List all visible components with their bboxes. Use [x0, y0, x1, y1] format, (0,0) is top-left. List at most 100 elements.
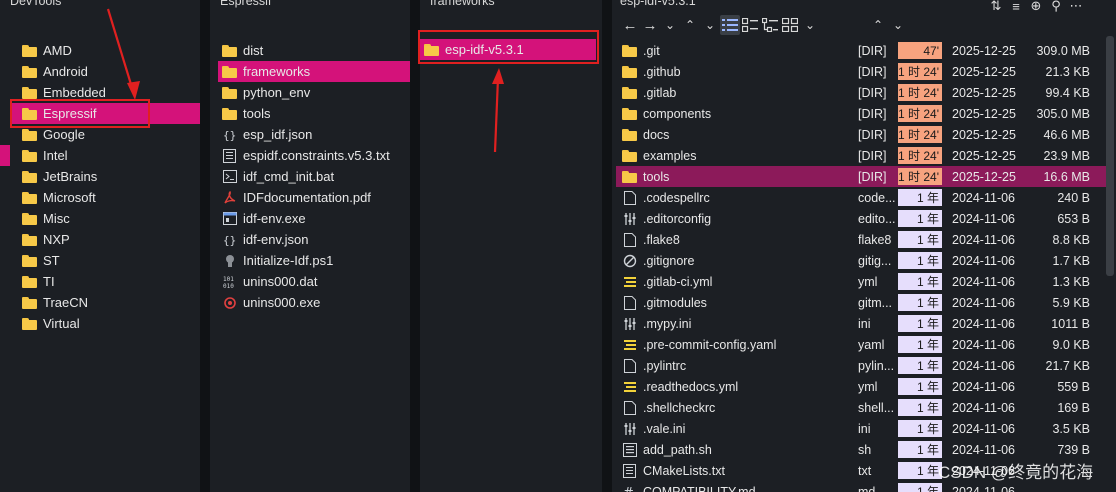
- type-cell: ini: [858, 316, 871, 331]
- scrollbar[interactable]: [1106, 36, 1114, 276]
- exe-icon: [222, 212, 237, 226]
- file-item[interactable]: {} idf-env.json: [218, 229, 410, 250]
- age-badge: 1 年: [898, 294, 942, 311]
- pdf-icon: [222, 190, 237, 205]
- file-row[interactable]: .gitmodules gitm... 1 年 2024-11-06 5.9 KB: [616, 292, 1106, 313]
- folder-icon: [222, 44, 237, 57]
- file-row[interactable]: .mypy.ini ini 1 年 2024-11-06 1011 B: [616, 313, 1106, 334]
- file-item[interactable]: IDFdocumentation.pdf: [218, 187, 410, 208]
- column-separator[interactable]: [410, 0, 420, 492]
- file-row[interactable]: tools [DIR] 1 时 24' 2025-12-25 16.6 MB: [616, 166, 1106, 187]
- file-item[interactable]: idf_cmd_init.bat: [218, 166, 410, 187]
- thumbnail-view-icon[interactable]: [780, 15, 800, 35]
- list-view-icon[interactable]: [740, 15, 760, 35]
- file-row[interactable]: .codespellrc code... 1 年 2024-11-06 240 B: [616, 187, 1106, 208]
- item-label: esp_idf.json: [243, 127, 313, 142]
- file-name: .gitlab: [643, 85, 677, 100]
- folder-item[interactable]: Intel: [12, 145, 202, 166]
- search-icon[interactable]: ⚲: [1046, 0, 1066, 16]
- folder-item[interactable]: python_env: [218, 82, 410, 103]
- file-row[interactable]: .editorconfig edito... 1 年 2024-11-06 653 B: [616, 208, 1106, 229]
- size-cell: 1011 B: [1051, 316, 1090, 331]
- file-row[interactable]: .pre-commit-config.yaml yaml 1 年 2024-11-06…: [616, 334, 1106, 355]
- file-row[interactable]: .shellcheckrc shell... 1 年 2024-11-06 169 B: [616, 397, 1106, 418]
- file-row[interactable]: docs [DIR] 1 时 24' 2025-12-25 46.6 MB: [616, 124, 1106, 145]
- folder-item[interactable]: Espressif: [12, 103, 202, 124]
- details-view-icon[interactable]: [720, 15, 740, 35]
- filter-chevron-icon[interactable]: ⌃: [868, 15, 888, 35]
- file-row[interactable]: .git [DIR] 47' 2025-12-25 309.0 MB: [616, 40, 1106, 61]
- sort-chevron-icon[interactable]: ⌄: [888, 15, 908, 35]
- name-cell: examples: [622, 145, 852, 166]
- folder-item[interactable]: JetBrains: [12, 166, 202, 187]
- folder-item[interactable]: Virtual: [12, 313, 202, 334]
- folder-item[interactable]: TraeCN: [12, 292, 202, 313]
- folder-item[interactable]: frameworks: [218, 61, 410, 82]
- column-separator[interactable]: [200, 0, 210, 492]
- folder-item[interactable]: tools: [218, 103, 410, 124]
- file-row[interactable]: .readthedocs.yml yml 1 年 2024-11-06 559 B: [616, 376, 1106, 397]
- folder-icon: [222, 107, 237, 120]
- file-row[interactable]: .pylintrc pylin... 1 年 2024-11-06 21.7 KB: [616, 355, 1106, 376]
- file-item[interactable]: {} esp_idf.json: [218, 124, 410, 145]
- folder-item[interactable]: Microsoft: [12, 187, 202, 208]
- file-item[interactable]: 101 010 unins000.dat: [218, 271, 410, 292]
- age-badge: 1 时 24': [898, 126, 942, 143]
- forward-arrow-icon[interactable]: →: [640, 15, 660, 35]
- date-cell: 2024-11-06: [952, 316, 1016, 331]
- file-row[interactable]: .gitlab-ci.yml yml 1 年 2024-11-06 1.3 KB: [616, 271, 1106, 292]
- sort-icon[interactable]: ⇅: [986, 0, 1006, 16]
- powershell-icon: [222, 254, 237, 268]
- file-row[interactable]: components [DIR] 1 时 24' 2025-12-25 305.0 MB: [616, 103, 1106, 124]
- folder-item[interactable]: esp-idf-v5.3.1: [420, 39, 596, 60]
- folder-item[interactable]: Android: [12, 61, 202, 82]
- ignore-icon: [622, 254, 637, 268]
- size-cell: 739 B: [1057, 442, 1090, 457]
- tree-view-icon[interactable]: [760, 15, 780, 35]
- filter-icon[interactable]: ≡: [1006, 0, 1026, 16]
- file-row[interactable]: examples [DIR] 1 时 24' 2025-12-25 23.9 MB: [616, 145, 1106, 166]
- folder-item[interactable]: TI: [12, 271, 202, 292]
- size-cell: 23.9 MB: [1043, 148, 1090, 163]
- more-icon[interactable]: ⋯: [1066, 0, 1086, 16]
- folder-item[interactable]: AMD: [12, 40, 202, 61]
- back-arrow-icon[interactable]: ←: [620, 15, 640, 35]
- chevron-down-icon[interactable]: ⌄: [700, 15, 720, 35]
- name-cell: .editorconfig: [622, 208, 852, 229]
- file-item[interactable]: idf-env.exe: [218, 208, 410, 229]
- folder-item[interactable]: NXP: [12, 229, 202, 250]
- item-label: idf-env.json: [243, 232, 309, 247]
- folder-item[interactable]: Google: [12, 124, 202, 145]
- file-item[interactable]: espidf.constraints.v5.3.txt: [218, 145, 410, 166]
- age-badge: 1 年: [898, 189, 942, 206]
- type-cell: gitm...: [858, 295, 893, 310]
- file-row[interactable]: .gitlab [DIR] 1 时 24' 2025-12-25 99.4 KB: [616, 82, 1106, 103]
- file-row[interactable]: .vale.ini ini 1 年 2024-11-06 3.5 KB: [616, 418, 1106, 439]
- column-separator[interactable]: [602, 0, 612, 492]
- folder-item[interactable]: ST: [12, 250, 202, 271]
- file-item[interactable]: Initialize-Idf.ps1: [218, 250, 410, 271]
- size-cell: 240 B: [1057, 190, 1090, 205]
- folder-item[interactable]: Misc: [12, 208, 202, 229]
- file-item[interactable]: unins000.exe: [218, 292, 410, 313]
- file-row[interactable]: .gitignore gitig... 1 年 2024-11-06 1.7 KB: [616, 250, 1106, 271]
- file-row[interactable]: add_path.sh sh 1 年 2024-11-06 739 B: [616, 439, 1106, 460]
- view-options-chevron-icon[interactable]: ⌄: [800, 15, 820, 35]
- binary-icon: 101 010: [222, 275, 237, 289]
- add-icon[interactable]: ⊕: [1026, 0, 1046, 16]
- item-label: Android: [43, 64, 88, 79]
- age-badge: 1 年: [898, 420, 942, 437]
- date-cell: 2025-12-25: [952, 127, 1016, 142]
- folder-item[interactable]: Embedded: [12, 82, 202, 103]
- up-arrow-icon[interactable]: ⌃: [680, 15, 700, 35]
- folder-icon: [22, 275, 37, 288]
- folder-item[interactable]: dist: [218, 40, 410, 61]
- script-icon: [622, 442, 637, 457]
- age-badge: 1 年: [898, 399, 942, 416]
- file-row[interactable]: .github [DIR] 1 时 24' 2025-12-25 21.3 KB: [616, 61, 1106, 82]
- file-row[interactable]: .flake8 flake8 1 年 2024-11-06 8.8 KB: [616, 229, 1106, 250]
- history-chevron-icon[interactable]: ⌄: [660, 15, 680, 35]
- folder-icon: [222, 65, 237, 78]
- age-badge: 1 时 24': [898, 147, 942, 164]
- type-cell: [DIR]: [858, 148, 887, 163]
